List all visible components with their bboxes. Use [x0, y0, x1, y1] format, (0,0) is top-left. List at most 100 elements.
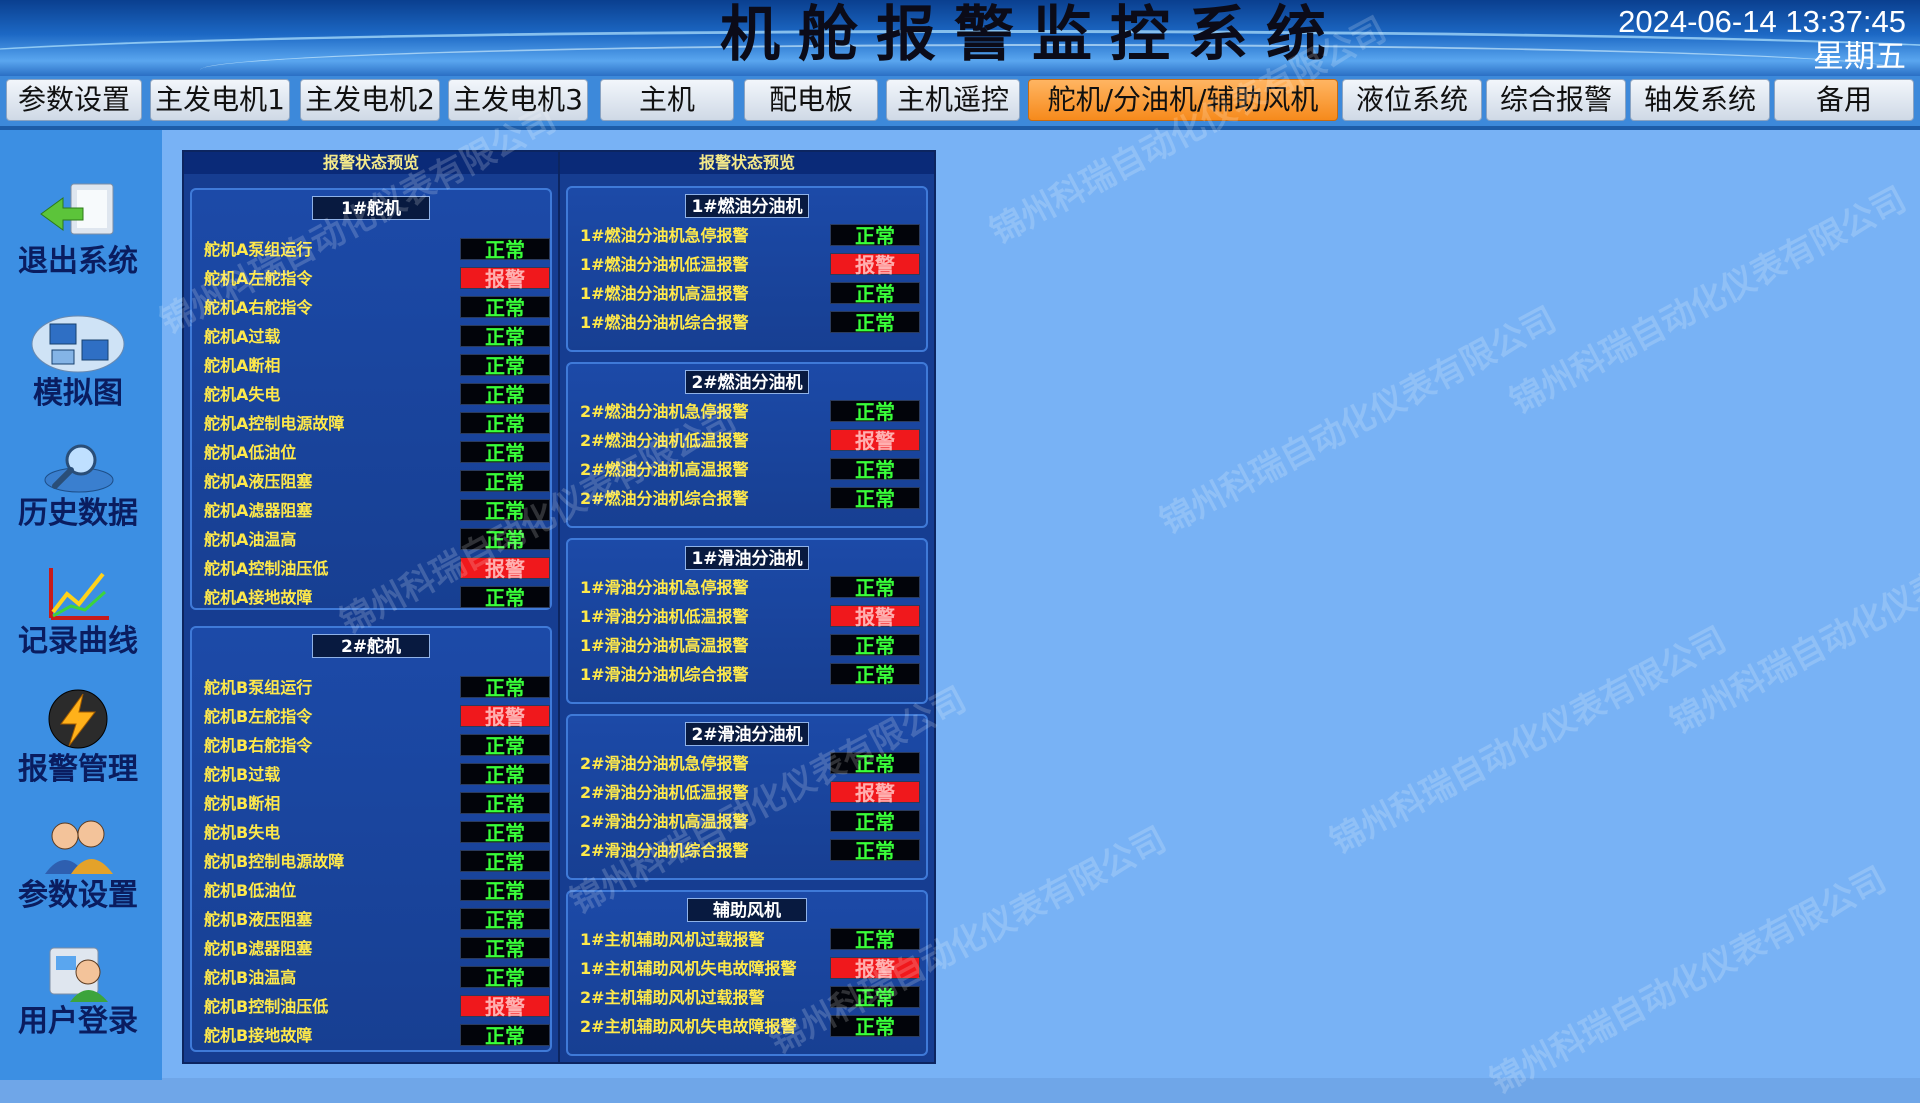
sidebar-item-exit[interactable]: 退出系统 [0, 180, 156, 280]
alarm-point-name: 2#燃油分油机急停报警 [580, 402, 749, 421]
status-indicator-normal: 正常 [460, 470, 550, 493]
alarm-row: 2#滑油分油机综合报警 正常 [580, 839, 922, 863]
panel-header: 报警状态预览 [560, 152, 934, 174]
nav-tab-9[interactable]: 综合报警 [1486, 79, 1626, 121]
alarm-row: 舵机A滤器阻塞 正常 [204, 499, 550, 523]
group-title: 1#滑油分油机 [685, 546, 809, 570]
alarm-point-name: 1#主机辅助风机过载报警 [580, 930, 765, 949]
alarm-point-name: 舵机A低油位 [204, 443, 297, 462]
monitor-diagram-icon [31, 315, 125, 373]
alarm-row: 1#滑油分油机急停报警 正常 [580, 576, 922, 600]
panel-header: 报警状态预览 [184, 152, 558, 174]
alarm-point-name: 1#燃油分油机低温报警 [580, 255, 749, 274]
alarm-point-name: 舵机B右舵指令 [204, 736, 313, 755]
sidebar-item-alarm[interactable]: 报警管理 [0, 688, 156, 788]
status-indicator-alarm: 报警 [830, 605, 920, 628]
alarm-row: 舵机B断相 正常 [204, 792, 550, 816]
alarm-point-name: 舵机A泵组运行 [204, 240, 313, 259]
sidebar-item-curve[interactable]: 记录曲线 [0, 564, 156, 660]
status-indicator-normal: 正常 [460, 528, 550, 551]
status-indicator-normal: 正常 [830, 400, 920, 423]
alarm-row: 舵机A液压阻塞 正常 [204, 470, 550, 494]
nav-tab-7[interactable]: 舵机/分油机/辅助风机 [1028, 79, 1338, 121]
sidebar-item-label: 报警管理 [18, 752, 138, 787]
alarm-point-name: 舵机B泵组运行 [204, 678, 313, 697]
status-indicator-normal: 正常 [830, 1015, 920, 1038]
alarm-row: 舵机B控制电源故障 正常 [204, 850, 550, 874]
alarm-row: 舵机A油温高 正常 [204, 528, 550, 552]
clock: 2024-06-14 13:37:45 星期五 [1618, 4, 1906, 74]
alarm-row: 1#滑油分油机低温报警 报警 [580, 605, 922, 629]
nav-tab-8[interactable]: 液位系统 [1342, 79, 1482, 121]
alarm-point-name: 舵机A液压阻塞 [204, 472, 313, 491]
alarm-row: 舵机B液压阻塞 正常 [204, 908, 550, 932]
nav-tab-6[interactable]: 主机遥控 [886, 79, 1020, 121]
nav-tab-11[interactable]: 备用 [1774, 79, 1914, 121]
alarm-point-name: 2#主机辅助风机失电故障报警 [580, 1017, 797, 1036]
status-indicator-normal: 正常 [460, 850, 550, 873]
status-indicator-normal: 正常 [460, 763, 550, 786]
alarm-row: 2#主机辅助风机过载报警 正常 [580, 986, 922, 1010]
status-indicator-normal: 正常 [460, 1024, 550, 1047]
group-steering-gear-2: 2#舵机 舵机B泵组运行 正常 舵机B左舵指令 报警 舵机B右舵指令 正常 舵机B过载 正常 舵机… [190, 626, 552, 1052]
status-indicator-normal: 正常 [460, 734, 550, 757]
sidebar-item-diagram[interactable]: 模拟图 [0, 312, 156, 412]
nav-tab-0[interactable]: 参数设置 [6, 79, 142, 121]
status-indicator-alarm: 报警 [830, 429, 920, 452]
alarm-point-name: 舵机A油温高 [204, 530, 297, 549]
group-title: 2#舵机 [312, 634, 430, 658]
sidebar-item-settings[interactable]: 参数设置 [0, 816, 156, 914]
alarm-row: 舵机A断相 正常 [204, 354, 550, 378]
alarm-point-name: 2#燃油分油机综合报警 [580, 489, 749, 508]
status-indicator-normal: 正常 [830, 810, 920, 833]
alarm-row: 2#燃油分油机高温报警 正常 [580, 458, 922, 482]
alarm-row: 1#主机辅助风机过载报警 正常 [580, 928, 922, 952]
alarm-row: 舵机A接地故障 正常 [204, 586, 550, 610]
status-indicator-normal: 正常 [460, 441, 550, 464]
alarm-row: 2#燃油分油机综合报警 正常 [580, 487, 922, 511]
alarm-point-name: 舵机A失电 [204, 385, 281, 404]
status-indicator-normal: 正常 [830, 986, 920, 1009]
nav-tab-1[interactable]: 主发电机1 [150, 79, 290, 121]
alarm-point-name: 2#滑油分油机综合报警 [580, 841, 749, 860]
exit-arrow-icon [40, 183, 114, 235]
left-sidebar: 退出系统 模拟图 历史数据 记录曲线 报警管理 参数设置 用户登录 [0, 130, 162, 1080]
alarm-point-name: 1#滑油分油机综合报警 [580, 665, 749, 684]
alarm-row: 1#燃油分油机低温报警 报警 [580, 253, 922, 277]
sidebar-item-history[interactable]: 历史数据 [0, 438, 156, 532]
status-indicator-normal: 正常 [830, 458, 920, 481]
top-navigation: 参数设置 主发电机1 主发电机2 主发电机3 主机 配电板 主机遥控 舵机/分油机/辅助风机液… [0, 76, 1920, 130]
nav-tab-3[interactable]: 主发电机3 [448, 79, 588, 121]
alarm-point-name: 1#主机辅助风机失电故障报警 [580, 959, 797, 978]
status-indicator-alarm: 报警 [460, 557, 550, 580]
alarm-row: 舵机B接地故障 正常 [204, 1024, 550, 1048]
alarm-point-name: 舵机A接地故障 [204, 588, 313, 607]
sidebar-item-label: 参数设置 [18, 878, 138, 913]
nav-tab-5[interactable]: 配电板 [744, 79, 878, 121]
nav-tab-10[interactable]: 轴发系统 [1630, 79, 1770, 121]
nav-tab-4[interactable]: 主机 [600, 79, 734, 121]
status-indicator-normal: 正常 [460, 937, 550, 960]
alarm-row: 舵机B泵组运行 正常 [204, 676, 550, 700]
current-datetime: 2024-06-14 13:37:45 [1618, 4, 1906, 39]
alarm-row: 2#燃油分油机低温报警 报警 [580, 429, 922, 453]
alarm-point-name: 舵机B控制电源故障 [204, 852, 345, 871]
alarm-row: 舵机B控制油压低 报警 [204, 995, 550, 1019]
alarm-point-name: 舵机A滤器阻塞 [204, 501, 313, 520]
status-indicator-alarm: 报警 [830, 957, 920, 980]
users-settings-icon [45, 820, 113, 874]
magnifier-history-icon [44, 444, 114, 493]
status-indicator-normal: 正常 [460, 325, 550, 348]
status-indicator-normal: 正常 [460, 499, 550, 522]
alarm-point-name: 舵机B低油位 [204, 881, 297, 900]
alarm-point-name: 舵机A断相 [204, 356, 281, 375]
nav-tab-2[interactable]: 主发电机2 [300, 79, 440, 121]
status-indicator-alarm: 报警 [460, 995, 550, 1018]
status-indicator-normal: 正常 [460, 676, 550, 699]
sidebar-item-label: 用户登录 [18, 1004, 138, 1039]
status-indicator-normal: 正常 [460, 586, 550, 609]
sidebar-item-login[interactable]: 用户登录 [0, 944, 156, 1040]
alarm-point-name: 2#滑油分油机急停报警 [580, 754, 749, 773]
group-aux-blower: 辅助风机 1#主机辅助风机过载报警 正常 1#主机辅助风机失电故障报警 报警 2#主机辅助… [566, 890, 928, 1056]
status-indicator-alarm: 报警 [830, 781, 920, 804]
